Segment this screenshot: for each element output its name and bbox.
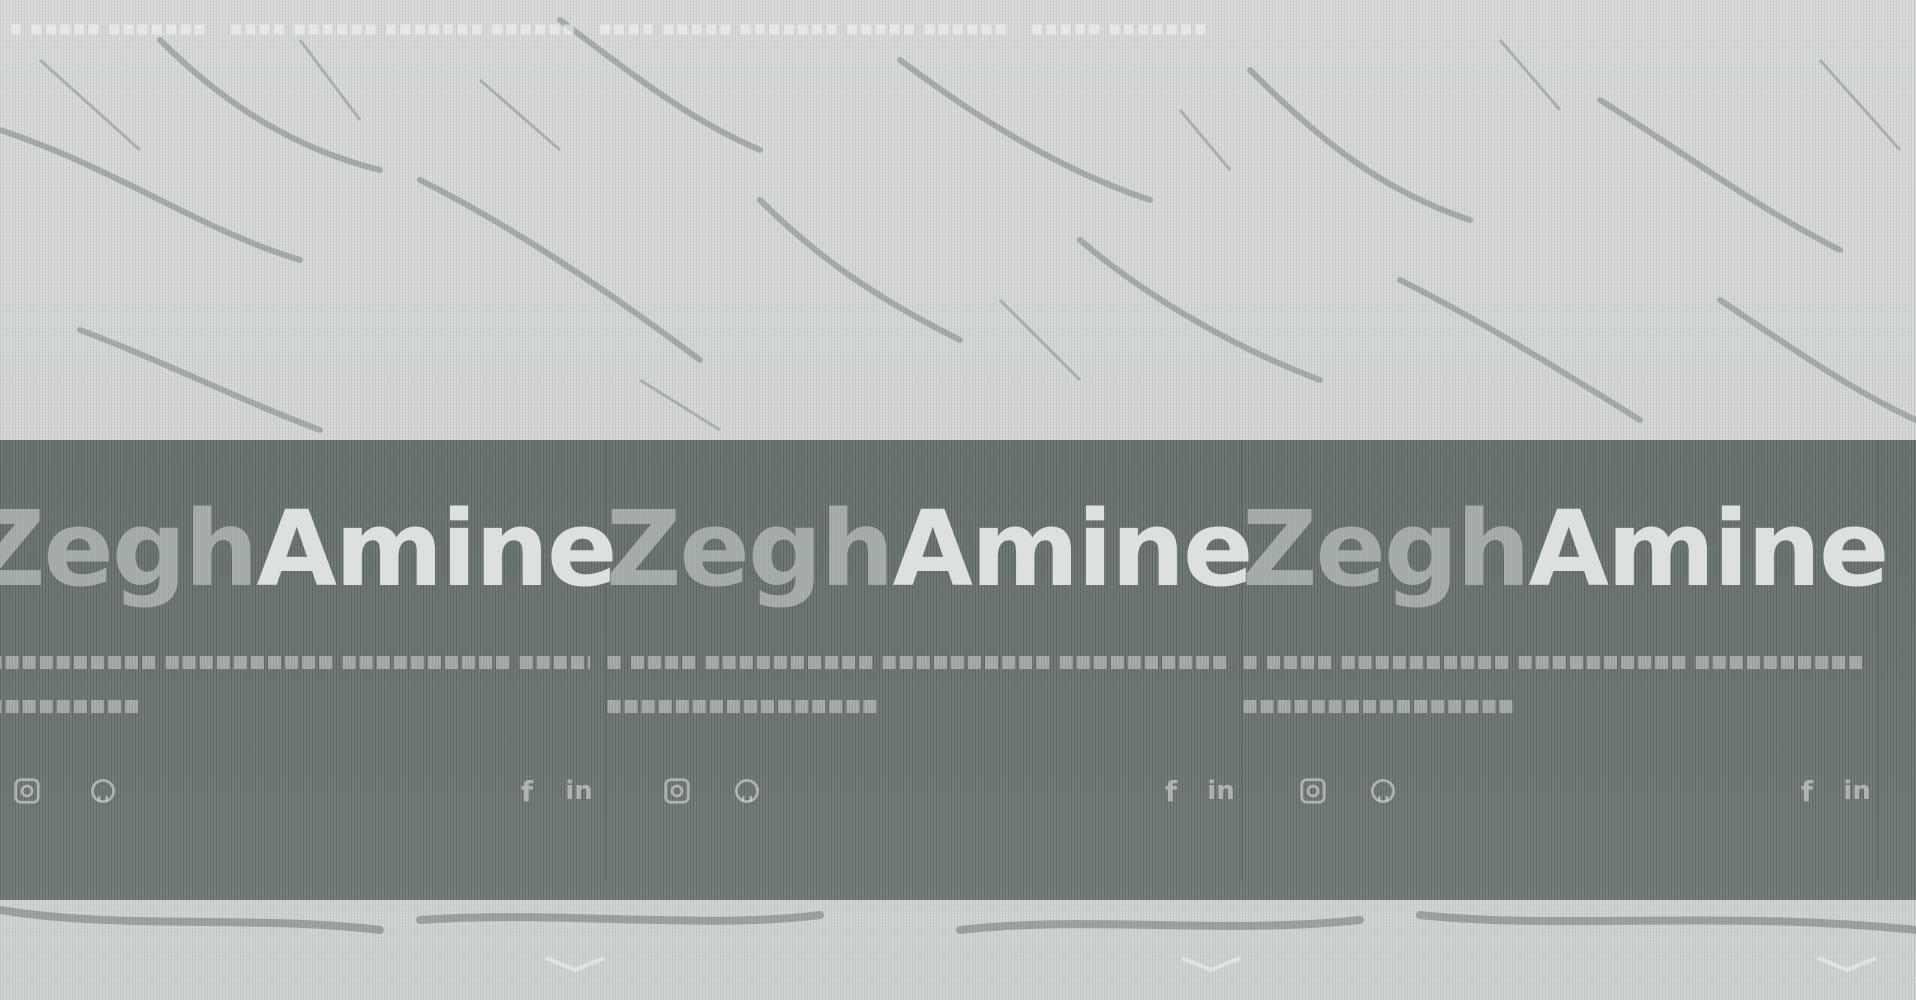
github-icon[interactable]: [86, 774, 120, 808]
hero-slide: ZeghAmine ■ ■■■■ ■■■■■■■■■■ ■■■■■■■■■■ ■…: [1242, 440, 1890, 880]
hero-name-last: Amine: [1528, 488, 1889, 610]
hero-name-last: Amine: [892, 488, 1253, 610]
github-icon[interactable]: [1366, 774, 1400, 808]
facebook-icon[interactable]: f: [510, 774, 544, 808]
social-links: f in: [0, 774, 606, 814]
top-navigation: ■ ■■■■■ ■■■■■■■ ■■■■ ■■■■■■ ■■■■■■■ ■■■■…: [0, 14, 1916, 44]
scroll-down-icon[interactable]: [1812, 952, 1882, 976]
hero-carousel: ZeghAmine ■■■■■■■■■■■ ■■■■■■■■■■ ■■■■■■■…: [0, 440, 1916, 900]
instagram-icon[interactable]: [10, 774, 44, 808]
nav-text-faint: ■ ■■■■■ ■■■■■■■: [10, 21, 208, 37]
hero-name-last: Amine: [256, 488, 617, 610]
hero-name: ZeghAmine: [606, 494, 1254, 604]
hero-name-first: Zegh: [1242, 488, 1530, 610]
linkedin-icon[interactable]: in: [1204, 774, 1238, 808]
hero-name-first: Zegh: [0, 488, 258, 610]
instagram-icon[interactable]: [660, 774, 694, 808]
page: ■ ■■■■■ ■■■■■■■ ■■■■ ■■■■■■ ■■■■■■■ ■■■■…: [0, 0, 1916, 1000]
scroll-down-icon[interactable]: [1176, 952, 1246, 976]
nav-text-faint: ■■■■ ■■■■■ ■■■■■■■ ■■■■■ ■■■■■■: [598, 21, 1010, 37]
nav-text-faint: ■■■■ ■■■■■■ ■■■■■■■ ■■■■■■: [229, 21, 577, 37]
nav-text-faint: ■■■■■ ■■■■■■■: [1031, 21, 1209, 37]
social-links: f in: [606, 774, 1242, 814]
linkedin-icon[interactable]: in: [562, 774, 596, 808]
social-links: f in: [1242, 774, 1878, 814]
facebook-icon[interactable]: f: [1790, 774, 1824, 808]
linkedin-icon[interactable]: in: [1840, 774, 1874, 808]
hero-description: ■ ■■■■ ■■■■■■■■■■ ■■■■■■■■■■ ■■■■■■■■■■■…: [606, 652, 1226, 716]
instagram-icon[interactable]: [1296, 774, 1330, 808]
hero-description: ■■■■■■■■■■■ ■■■■■■■■■■ ■■■■■■■■■■ ■■■■■■…: [0, 652, 590, 716]
hero-slide: ZeghAmine ■ ■■■■ ■■■■■■■■■■ ■■■■■■■■■■ ■…: [606, 440, 1254, 880]
hero-description: ■ ■■■■ ■■■■■■■■■■ ■■■■■■■■■■ ■■■■■■■■■■■…: [1242, 652, 1862, 716]
hero-slide: ZeghAmine ■■■■■■■■■■■ ■■■■■■■■■■ ■■■■■■■…: [0, 440, 618, 880]
hero-name: ZeghAmine: [1242, 494, 1890, 604]
hero-name: ZeghAmine: [0, 494, 618, 604]
facebook-icon[interactable]: f: [1154, 774, 1188, 808]
scroll-down-icon[interactable]: [540, 952, 610, 976]
hero-name-first: Zegh: [606, 488, 894, 610]
github-icon[interactable]: [730, 774, 764, 808]
